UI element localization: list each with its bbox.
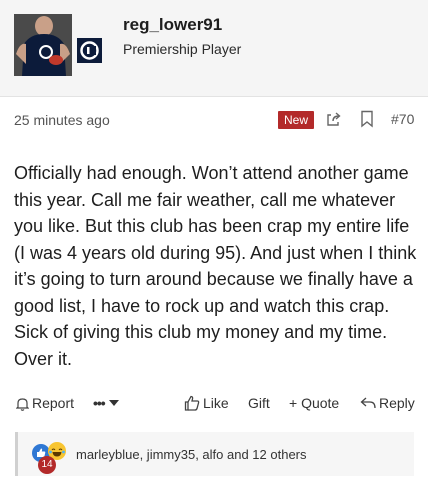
like-label: Like [203,395,229,411]
thumbs-up-icon [184,395,200,411]
action-bar: Report ••• Like Gift + Quote Reply [0,390,428,416]
post-timestamp[interactable]: 25 minutes ago [14,112,110,128]
reply-button[interactable]: Reply [360,390,415,416]
share-icon[interactable] [325,110,343,128]
like-button[interactable]: Like [184,390,229,416]
reaction-count-badge: 14 [38,456,56,474]
more-options-button[interactable]: ••• [93,390,120,416]
new-badge: New [278,111,315,129]
more-label: ••• [93,395,106,411]
report-label: Report [32,395,75,411]
reply-icon [360,396,376,410]
bell-icon [16,396,29,411]
reaction-users[interactable]: marleyblue, jimmy35, alfo and 12 others [76,447,307,462]
post-number[interactable]: #70 [391,111,414,127]
bookmark-icon[interactable] [360,110,374,128]
user-title: Premiership Player [123,41,242,57]
report-button[interactable]: Report [16,390,74,416]
caret-down-icon [108,399,120,407]
reactions-bar[interactable]: 14 marleyblue, jimmy35, alfo and 12 othe… [15,432,414,476]
author-block: reg_lower91 Premiership Player [0,0,428,97]
team-badge-icon [77,38,102,63]
quote-button[interactable]: + Quote [289,390,339,416]
quote-label: + Quote [289,395,340,411]
reply-label: Reply [379,395,415,411]
post-body: Officially had enough. Won’t attend anot… [14,163,417,369]
avatar[interactable] [14,14,72,76]
reaction-icons[interactable]: 14 [18,432,74,476]
username[interactable]: reg_lower91 [123,15,222,35]
gift-label: Gift [248,395,270,411]
gift-button[interactable]: Gift [248,390,270,416]
